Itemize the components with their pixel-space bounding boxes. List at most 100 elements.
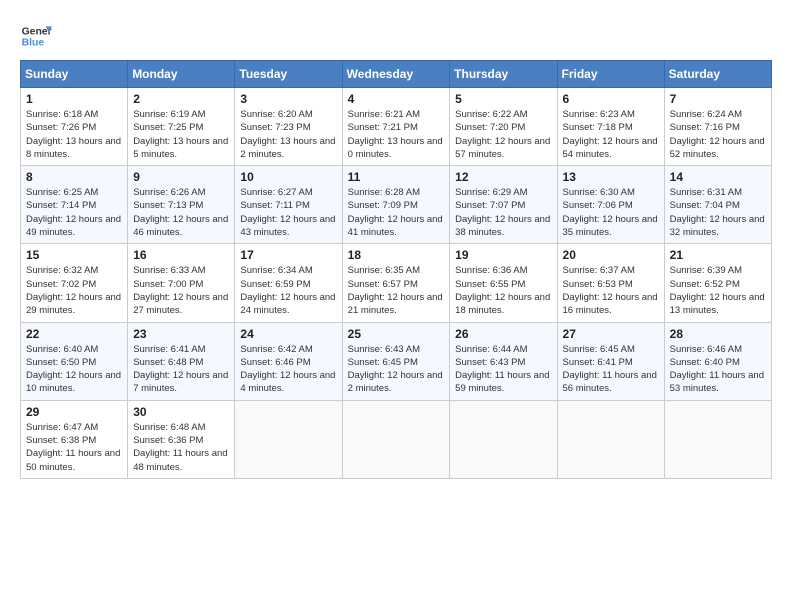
day-number: 18 xyxy=(348,248,445,262)
calendar-cell: 1 Sunrise: 6:18 AM Sunset: 7:26 PM Dayli… xyxy=(21,88,128,166)
calendar-cell: 14 Sunrise: 6:31 AM Sunset: 7:04 PM Dayl… xyxy=(664,166,771,244)
calendar-week-1: 1 Sunrise: 6:18 AM Sunset: 7:26 PM Dayli… xyxy=(21,88,772,166)
day-number: 25 xyxy=(348,327,445,341)
weekday-header-thursday: Thursday xyxy=(450,61,557,88)
day-number: 16 xyxy=(133,248,229,262)
day-number: 5 xyxy=(455,92,551,106)
day-info: Sunrise: 6:47 AM Sunset: 6:38 PM Dayligh… xyxy=(26,421,122,474)
day-number: 9 xyxy=(133,170,229,184)
day-info: Sunrise: 6:46 AM Sunset: 6:40 PM Dayligh… xyxy=(670,343,766,396)
calendar-cell: 28 Sunrise: 6:46 AM Sunset: 6:40 PM Dayl… xyxy=(664,322,771,400)
calendar-week-3: 15 Sunrise: 6:32 AM Sunset: 7:02 PM Dayl… xyxy=(21,244,772,322)
calendar-week-4: 22 Sunrise: 6:40 AM Sunset: 6:50 PM Dayl… xyxy=(21,322,772,400)
day-number: 26 xyxy=(455,327,551,341)
day-number: 4 xyxy=(348,92,445,106)
day-number: 10 xyxy=(240,170,336,184)
calendar-cell: 8 Sunrise: 6:25 AM Sunset: 7:14 PM Dayli… xyxy=(21,166,128,244)
day-info: Sunrise: 6:33 AM Sunset: 7:00 PM Dayligh… xyxy=(133,264,229,317)
calendar-cell: 19 Sunrise: 6:36 AM Sunset: 6:55 PM Dayl… xyxy=(450,244,557,322)
day-info: Sunrise: 6:31 AM Sunset: 7:04 PM Dayligh… xyxy=(670,186,766,239)
calendar-cell xyxy=(235,400,342,478)
page-header: General Blue xyxy=(20,20,772,52)
day-number: 19 xyxy=(455,248,551,262)
day-number: 8 xyxy=(26,170,122,184)
logo-icon: General Blue xyxy=(20,20,52,52)
day-info: Sunrise: 6:34 AM Sunset: 6:59 PM Dayligh… xyxy=(240,264,336,317)
day-number: 2 xyxy=(133,92,229,106)
day-info: Sunrise: 6:18 AM Sunset: 7:26 PM Dayligh… xyxy=(26,108,122,161)
day-info: Sunrise: 6:27 AM Sunset: 7:11 PM Dayligh… xyxy=(240,186,336,239)
calendar-table: SundayMondayTuesdayWednesdayThursdayFrid… xyxy=(20,60,772,479)
calendar-cell: 12 Sunrise: 6:29 AM Sunset: 7:07 PM Dayl… xyxy=(450,166,557,244)
calendar-cell xyxy=(342,400,450,478)
day-info: Sunrise: 6:39 AM Sunset: 6:52 PM Dayligh… xyxy=(670,264,766,317)
day-number: 12 xyxy=(455,170,551,184)
day-number: 30 xyxy=(133,405,229,419)
calendar-cell: 20 Sunrise: 6:37 AM Sunset: 6:53 PM Dayl… xyxy=(557,244,664,322)
day-info: Sunrise: 6:26 AM Sunset: 7:13 PM Dayligh… xyxy=(133,186,229,239)
calendar-week-5: 29 Sunrise: 6:47 AM Sunset: 6:38 PM Dayl… xyxy=(21,400,772,478)
day-info: Sunrise: 6:48 AM Sunset: 6:36 PM Dayligh… xyxy=(133,421,229,474)
logo: General Blue xyxy=(20,20,52,52)
calendar-cell: 15 Sunrise: 6:32 AM Sunset: 7:02 PM Dayl… xyxy=(21,244,128,322)
day-info: Sunrise: 6:41 AM Sunset: 6:48 PM Dayligh… xyxy=(133,343,229,396)
day-number: 20 xyxy=(563,248,659,262)
calendar-cell: 27 Sunrise: 6:45 AM Sunset: 6:41 PM Dayl… xyxy=(557,322,664,400)
day-number: 22 xyxy=(26,327,122,341)
day-info: Sunrise: 6:42 AM Sunset: 6:46 PM Dayligh… xyxy=(240,343,336,396)
day-info: Sunrise: 6:32 AM Sunset: 7:02 PM Dayligh… xyxy=(26,264,122,317)
day-info: Sunrise: 6:29 AM Sunset: 7:07 PM Dayligh… xyxy=(455,186,551,239)
calendar-cell: 6 Sunrise: 6:23 AM Sunset: 7:18 PM Dayli… xyxy=(557,88,664,166)
day-number: 6 xyxy=(563,92,659,106)
day-number: 15 xyxy=(26,248,122,262)
weekday-header-monday: Monday xyxy=(128,61,235,88)
calendar-cell: 30 Sunrise: 6:48 AM Sunset: 6:36 PM Dayl… xyxy=(128,400,235,478)
calendar-cell xyxy=(450,400,557,478)
day-info: Sunrise: 6:43 AM Sunset: 6:45 PM Dayligh… xyxy=(348,343,445,396)
calendar-cell: 16 Sunrise: 6:33 AM Sunset: 7:00 PM Dayl… xyxy=(128,244,235,322)
calendar-cell xyxy=(557,400,664,478)
calendar-cell: 23 Sunrise: 6:41 AM Sunset: 6:48 PM Dayl… xyxy=(128,322,235,400)
day-number: 21 xyxy=(670,248,766,262)
weekday-header-wednesday: Wednesday xyxy=(342,61,450,88)
calendar-cell: 24 Sunrise: 6:42 AM Sunset: 6:46 PM Dayl… xyxy=(235,322,342,400)
day-number: 13 xyxy=(563,170,659,184)
weekday-header-sunday: Sunday xyxy=(21,61,128,88)
day-number: 28 xyxy=(670,327,766,341)
day-number: 1 xyxy=(26,92,122,106)
calendar-cell: 4 Sunrise: 6:21 AM Sunset: 7:21 PM Dayli… xyxy=(342,88,450,166)
calendar-cell: 7 Sunrise: 6:24 AM Sunset: 7:16 PM Dayli… xyxy=(664,88,771,166)
day-number: 14 xyxy=(670,170,766,184)
day-info: Sunrise: 6:30 AM Sunset: 7:06 PM Dayligh… xyxy=(563,186,659,239)
calendar-cell: 26 Sunrise: 6:44 AM Sunset: 6:43 PM Dayl… xyxy=(450,322,557,400)
day-number: 24 xyxy=(240,327,336,341)
day-info: Sunrise: 6:45 AM Sunset: 6:41 PM Dayligh… xyxy=(563,343,659,396)
calendar-cell: 22 Sunrise: 6:40 AM Sunset: 6:50 PM Dayl… xyxy=(21,322,128,400)
calendar-cell: 3 Sunrise: 6:20 AM Sunset: 7:23 PM Dayli… xyxy=(235,88,342,166)
weekday-header-saturday: Saturday xyxy=(664,61,771,88)
day-number: 27 xyxy=(563,327,659,341)
day-info: Sunrise: 6:35 AM Sunset: 6:57 PM Dayligh… xyxy=(348,264,445,317)
calendar-cell: 17 Sunrise: 6:34 AM Sunset: 6:59 PM Dayl… xyxy=(235,244,342,322)
calendar-week-2: 8 Sunrise: 6:25 AM Sunset: 7:14 PM Dayli… xyxy=(21,166,772,244)
day-info: Sunrise: 6:20 AM Sunset: 7:23 PM Dayligh… xyxy=(240,108,336,161)
calendar-cell: 11 Sunrise: 6:28 AM Sunset: 7:09 PM Dayl… xyxy=(342,166,450,244)
day-number: 11 xyxy=(348,170,445,184)
day-number: 23 xyxy=(133,327,229,341)
calendar-cell xyxy=(664,400,771,478)
calendar-cell: 25 Sunrise: 6:43 AM Sunset: 6:45 PM Dayl… xyxy=(342,322,450,400)
calendar-cell: 10 Sunrise: 6:27 AM Sunset: 7:11 PM Dayl… xyxy=(235,166,342,244)
day-info: Sunrise: 6:19 AM Sunset: 7:25 PM Dayligh… xyxy=(133,108,229,161)
day-info: Sunrise: 6:44 AM Sunset: 6:43 PM Dayligh… xyxy=(455,343,551,396)
calendar-cell: 29 Sunrise: 6:47 AM Sunset: 6:38 PM Dayl… xyxy=(21,400,128,478)
day-info: Sunrise: 6:37 AM Sunset: 6:53 PM Dayligh… xyxy=(563,264,659,317)
day-info: Sunrise: 6:24 AM Sunset: 7:16 PM Dayligh… xyxy=(670,108,766,161)
weekday-header-friday: Friday xyxy=(557,61,664,88)
calendar-cell: 9 Sunrise: 6:26 AM Sunset: 7:13 PM Dayli… xyxy=(128,166,235,244)
day-info: Sunrise: 6:22 AM Sunset: 7:20 PM Dayligh… xyxy=(455,108,551,161)
weekday-header-tuesday: Tuesday xyxy=(235,61,342,88)
svg-text:Blue: Blue xyxy=(22,38,45,49)
weekday-header-row: SundayMondayTuesdayWednesdayThursdayFrid… xyxy=(21,61,772,88)
day-info: Sunrise: 6:40 AM Sunset: 6:50 PM Dayligh… xyxy=(26,343,122,396)
calendar-cell: 18 Sunrise: 6:35 AM Sunset: 6:57 PM Dayl… xyxy=(342,244,450,322)
